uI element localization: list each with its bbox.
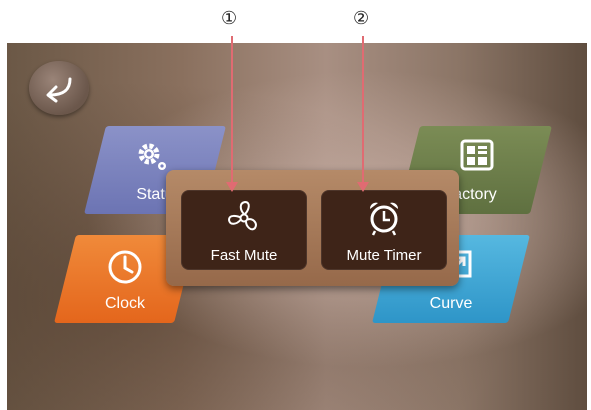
fast-mute-button[interactable]: Fast Mute (181, 190, 307, 270)
gear-icon (138, 143, 166, 170)
factory-grid-icon (460, 139, 494, 171)
mute-timer-label: Mute Timer (346, 247, 422, 264)
callout-label-2: ② (353, 8, 370, 29)
callout-leader-1 (231, 36, 233, 184)
curve-tile-label: Curve (429, 295, 473, 312)
callout-leader-2 (362, 36, 364, 184)
back-arrow-icon (46, 77, 72, 103)
fast-mute-label: Fast Mute (210, 247, 278, 264)
mute-timer-button[interactable]: Mute Timer (321, 190, 447, 270)
clock-icon (108, 250, 142, 284)
mute-popup: Fast Mute Mute Timer (166, 170, 459, 286)
fan-icon (227, 200, 257, 231)
clock-tile-label: Clock (104, 295, 145, 312)
alarm-clock-icon (369, 202, 399, 236)
callout-arrow-1 (226, 182, 238, 192)
callout-arrow-2 (357, 182, 369, 192)
callout-label-1: ① (221, 8, 238, 29)
device-screen: Statu Clock actory Curve Fast Mute Mute … (7, 43, 587, 410)
back-button[interactable] (29, 61, 89, 115)
